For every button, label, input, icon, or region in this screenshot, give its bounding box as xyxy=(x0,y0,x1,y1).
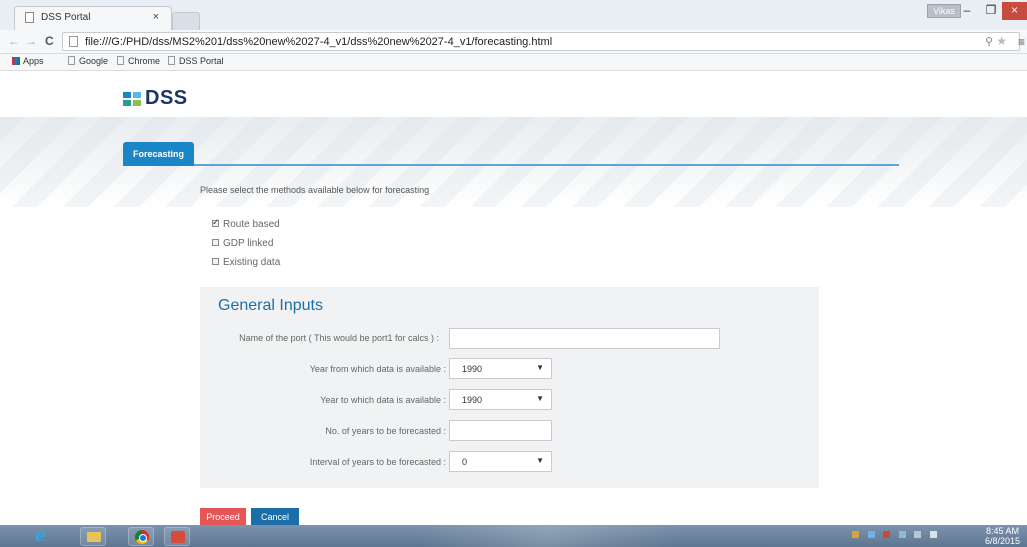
method-gdp-linked[interactable]: GDP linked xyxy=(212,238,273,249)
site-logo[interactable]: DSS xyxy=(145,87,188,110)
caret-down-icon: ▼ xyxy=(536,363,544,372)
clock-time: 8:45 AM xyxy=(986,526,1020,536)
bookmark-star-icon[interactable]: ★ xyxy=(996,34,1007,48)
bookmark-google[interactable]: Google xyxy=(68,56,108,66)
year-to-select[interactable]: 1990 ▼ xyxy=(449,389,552,410)
page-icon xyxy=(68,56,75,65)
close-tab-icon[interactable]: × xyxy=(153,11,159,23)
method-label: Existing data xyxy=(223,257,281,268)
apps-grid-icon xyxy=(12,57,20,65)
internet-explorer-icon[interactable]: e xyxy=(30,526,56,546)
browser-titlebar: DSS Portal × Vikas – ❐ × xyxy=(0,0,1027,30)
page-icon xyxy=(117,56,124,65)
instruction-text: Please select the methods available belo… xyxy=(200,185,430,195)
years-forecast-label: No. of years to be forecasted : xyxy=(325,426,446,436)
years-forecast-input[interactable] xyxy=(449,420,552,441)
page-icon xyxy=(25,12,34,23)
checkbox[interactable] xyxy=(212,239,219,246)
tray-app-icon[interactable] xyxy=(852,531,859,538)
page-icon xyxy=(168,56,175,65)
interval-label: Interval of years to be forecasted : xyxy=(309,457,446,467)
selected-value: 0 xyxy=(462,457,468,467)
bookmark-chrome[interactable]: Chrome xyxy=(117,56,160,66)
close-window-icon[interactable]: × xyxy=(1002,2,1027,20)
forward-arrow-icon[interactable]: → xyxy=(25,34,37,48)
url-text[interactable]: file:///G:/PHD/dss/MS2%201/dss%20new%202… xyxy=(85,36,552,48)
selected-value: 1990 xyxy=(462,364,483,374)
caret-down-icon: ▼ xyxy=(536,456,544,465)
selected-value: 1990 xyxy=(462,395,483,405)
bookmark-dss-portal[interactable]: DSS Portal xyxy=(168,56,224,66)
tray-display-icon[interactable] xyxy=(898,531,906,538)
bookmark-label: Chrome xyxy=(128,56,161,66)
address-row: ← → C file:///G:/PHD/dss/MS2%201/dss%20n… xyxy=(0,30,1027,54)
reload-icon[interactable]: C xyxy=(45,34,54,48)
tray-network-icon[interactable] xyxy=(867,531,875,538)
tray-security-icon[interactable] xyxy=(883,531,891,538)
year-to-label: Year to which data is available : xyxy=(320,395,446,405)
maximize-icon[interactable]: ❐ xyxy=(980,2,1002,20)
section-title: General Inputs xyxy=(218,297,323,314)
bookmarks-bar: Apps Google Chrome DSS Portal xyxy=(0,54,1027,71)
port-name-label: Name of the port ( This would be port1 f… xyxy=(239,333,439,343)
taskbar-clock[interactable]: 8:45 AM 6/8/2015 xyxy=(985,526,1020,546)
system-tray[interactable] xyxy=(852,529,941,539)
bookmark-label: DSS Portal xyxy=(179,56,224,66)
back-arrow-icon[interactable]: ← xyxy=(8,34,20,48)
chrome-icon[interactable] xyxy=(128,527,154,546)
caret-down-icon: ▼ xyxy=(536,394,544,403)
method-label: GDP linked xyxy=(223,238,274,249)
tray-volume-icon[interactable] xyxy=(929,531,937,538)
new-tab-button[interactable] xyxy=(172,12,200,30)
tab-title: DSS Portal xyxy=(41,12,91,23)
minimize-icon[interactable]: – xyxy=(956,2,978,20)
zoom-icon[interactable]: ⚲ xyxy=(985,35,993,48)
bookmark-apps[interactable]: Apps xyxy=(12,56,44,66)
app-icon[interactable] xyxy=(164,527,190,546)
tray-signal-icon[interactable] xyxy=(914,531,922,538)
port-name-input[interactable] xyxy=(449,328,720,349)
clock-date: 6/8/2015 xyxy=(985,536,1021,546)
bookmark-label: Apps xyxy=(23,56,44,66)
cancel-button[interactable]: Cancel xyxy=(251,508,299,526)
menu-icon[interactable]: ≡ xyxy=(1018,35,1025,49)
proceed-button[interactable]: Proceed xyxy=(200,508,246,526)
interval-select[interactable]: 0 ▼ xyxy=(449,451,552,472)
tab-forecasting[interactable]: Forecasting xyxy=(123,142,194,166)
dss-logo-icon[interactable] xyxy=(123,92,141,106)
year-from-select[interactable]: 1990 ▼ xyxy=(449,358,552,379)
method-label: Route based xyxy=(223,219,280,230)
browser-tab[interactable]: DSS Portal × xyxy=(14,6,172,30)
address-bar[interactable]: file:///G:/PHD/dss/MS2%201/dss%20new%202… xyxy=(62,32,1020,51)
year-from-label: Year from which data is available : xyxy=(309,364,446,374)
tab-underline xyxy=(123,164,899,166)
method-route-based[interactable]: Route based xyxy=(212,217,280,230)
method-existing-data[interactable]: Existing data xyxy=(212,257,280,268)
checkbox[interactable] xyxy=(212,258,219,265)
page-icon xyxy=(69,36,78,47)
checkbox[interactable] xyxy=(212,217,220,228)
bookmark-label: Google xyxy=(79,56,109,66)
file-explorer-icon[interactable] xyxy=(80,527,106,546)
